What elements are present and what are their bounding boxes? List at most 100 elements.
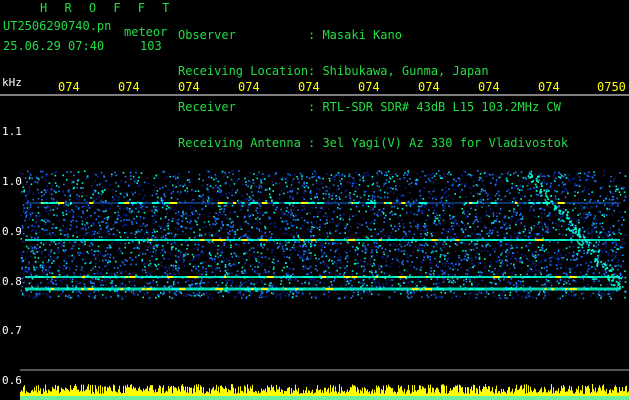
- meteor-echo: [553, 204, 556, 207]
- meteor-echo: [612, 277, 615, 279]
- signal-segment: [125, 276, 129, 278]
- meteor-echo: [567, 228, 570, 230]
- signal-segment: [164, 202, 169, 204]
- signal-segment: [192, 239, 199, 241]
- signal-segment: [130, 202, 137, 204]
- meteor-echo: [532, 180, 535, 183]
- meteor-echo: [551, 200, 554, 203]
- time-tick: 074: [238, 80, 260, 94]
- meteor-echo: [597, 261, 599, 264]
- time-tick: 0750: [597, 80, 626, 94]
- signal-segment: [81, 288, 84, 290]
- meteor-echo: [572, 229, 574, 232]
- meteor-echo: [539, 190, 542, 193]
- meteor-echo: [562, 212, 564, 215]
- meteor-echo: [545, 190, 548, 193]
- signal-segment: [222, 202, 227, 204]
- meteor-echo: [594, 260, 597, 263]
- time-tick: 074: [358, 80, 380, 94]
- signal-segment: [110, 276, 117, 278]
- signal-segment: [257, 276, 263, 278]
- noise-field: [20, 170, 627, 300]
- meteor-echo: [567, 211, 569, 214]
- signal-segment: [584, 288, 588, 290]
- meteor-echo: [595, 258, 598, 261]
- meteor-echo: [607, 277, 610, 280]
- signal-segment: [460, 276, 468, 278]
- signal-segment: [148, 276, 156, 278]
- signal-segment: [169, 202, 178, 204]
- signal-segment: [35, 288, 38, 290]
- signal-segment: [142, 288, 145, 290]
- signal-segment: [106, 288, 111, 290]
- signal-segment: [378, 239, 382, 241]
- meteor-echo: [575, 230, 577, 233]
- meteor-echo: [588, 248, 591, 251]
- signal-segment: [418, 288, 422, 290]
- signal-segment: [199, 239, 205, 241]
- meteor-echo: [571, 224, 574, 227]
- meteor-echo: [604, 263, 606, 266]
- signal-segment: [300, 239, 304, 241]
- meteor-echo: [568, 229, 571, 232]
- signal-segment: [187, 276, 193, 278]
- meteor-echo: [615, 280, 618, 283]
- meteor-echo: [588, 244, 590, 247]
- signal-segment: [147, 288, 152, 290]
- signal-segment: [507, 288, 516, 290]
- meteor-echo: [609, 264, 612, 267]
- signal-segment: [242, 276, 249, 278]
- meteor-echo: [534, 183, 537, 186]
- meteor-echo: [618, 283, 621, 285]
- meteor-echo: [592, 244, 595, 247]
- signal-segment: [381, 276, 387, 278]
- meteor-echo: [577, 230, 580, 232]
- signal-segment: [516, 239, 520, 241]
- signal-segment: [300, 202, 309, 204]
- signal-segment: [557, 202, 565, 204]
- signal-segment: [551, 288, 555, 290]
- signal-segment: [241, 202, 245, 204]
- time-tick: 074: [118, 80, 140, 94]
- meteor-echo: [593, 250, 596, 253]
- signal-segment: [215, 288, 224, 290]
- signal-segment: [264, 202, 268, 204]
- signal-segment: [550, 276, 553, 278]
- signal-segment: [85, 239, 89, 241]
- meteor-echo: [619, 287, 622, 290]
- meteor-echo: [578, 233, 581, 236]
- meteor-echo: [611, 274, 614, 276]
- signal-segment: [418, 202, 425, 204]
- signal-segment: [138, 202, 143, 204]
- signal-segment: [81, 276, 86, 278]
- meteor-echo: [566, 214, 569, 217]
- meteor-echo: [577, 231, 580, 234]
- meteor-echo: [561, 219, 564, 222]
- meteor-echo: [559, 209, 561, 212]
- signal-segment: [253, 288, 260, 290]
- signal-segment: [286, 276, 292, 278]
- time-tick: 074: [298, 80, 320, 94]
- meteor-echo: [574, 232, 577, 234]
- signal-segment: [275, 239, 279, 241]
- meteor-echo: [588, 241, 591, 244]
- signal-segment: [441, 288, 444, 290]
- signal-segment: [351, 276, 358, 278]
- signal-segment: [563, 239, 567, 241]
- meteor-echo: [540, 188, 542, 191]
- signal-segment: [514, 202, 518, 204]
- signal-segment: [469, 202, 472, 204]
- time-tick: 074: [178, 80, 200, 94]
- meteor-echo: [581, 246, 584, 249]
- signal-segment: [468, 288, 473, 290]
- signal-segment: [42, 202, 49, 204]
- meteor-echo: [566, 217, 568, 219]
- signal-segment: [266, 276, 274, 278]
- y-label-1-1: 1.1: [2, 125, 22, 138]
- signal-segment: [141, 276, 144, 278]
- meteor-echo: [531, 174, 533, 177]
- meteor-echo: [543, 189, 546, 192]
- meteor-echo: [540, 183, 543, 185]
- meteor-echo: [528, 177, 531, 179]
- meteor-echo: [574, 227, 577, 229]
